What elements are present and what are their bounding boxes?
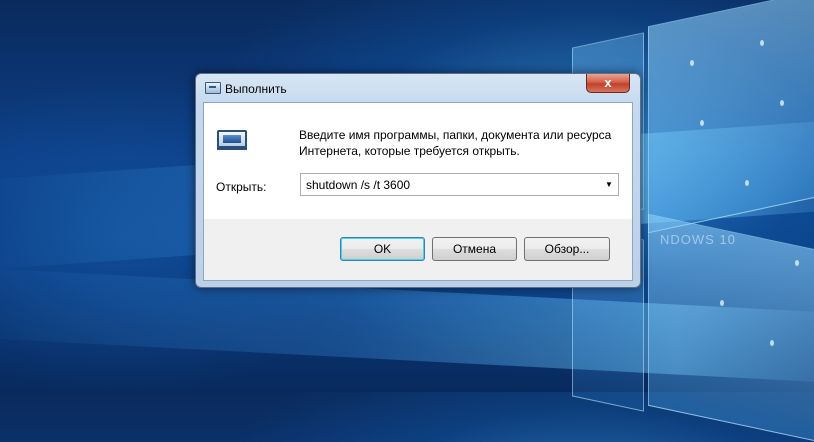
dialog-body: Введите имя программы, папки, документа … bbox=[203, 102, 633, 281]
water-drop bbox=[745, 180, 749, 186]
open-input-value[interactable]: shutdown /s /t 3600 bbox=[306, 178, 410, 192]
run-dialog: Выполнить x Введите имя программы, папки… bbox=[195, 73, 641, 288]
ok-button[interactable]: OK bbox=[340, 237, 425, 261]
open-combobox[interactable]: shutdown /s /t 3600 ▼ bbox=[300, 173, 619, 196]
prompt-line-2: Интернета, которые требуется открыть. bbox=[299, 144, 520, 158]
close-button[interactable]: x bbox=[586, 74, 630, 93]
browse-button[interactable]: Обзор... bbox=[524, 237, 610, 261]
water-drop bbox=[770, 340, 774, 346]
water-drop bbox=[700, 120, 704, 126]
open-label: Открыть: bbox=[216, 180, 267, 194]
prompt-line-1: Введите имя программы, папки, документа … bbox=[299, 128, 612, 142]
wallpaper-watermark: NDOWS 10 bbox=[660, 232, 736, 247]
water-drop bbox=[720, 300, 724, 306]
water-drop bbox=[690, 60, 694, 66]
water-drop bbox=[795, 260, 799, 266]
run-app-icon bbox=[205, 82, 221, 94]
dropdown-arrow-icon[interactable]: ▼ bbox=[603, 178, 615, 192]
water-drop bbox=[780, 100, 784, 106]
cancel-button[interactable]: Отмена bbox=[432, 237, 517, 261]
dialog-title: Выполнить bbox=[225, 82, 287, 96]
water-drop bbox=[760, 40, 764, 46]
windows-logo-pane bbox=[648, 213, 814, 442]
run-program-icon bbox=[217, 130, 247, 150]
dialog-content-area: Введите имя программы, папки, документа … bbox=[204, 103, 632, 219]
prompt-text: Введите имя программы, папки, документа … bbox=[299, 127, 629, 159]
windows-logo-pane bbox=[648, 0, 814, 234]
title-bar[interactable]: Выполнить x bbox=[196, 74, 640, 102]
